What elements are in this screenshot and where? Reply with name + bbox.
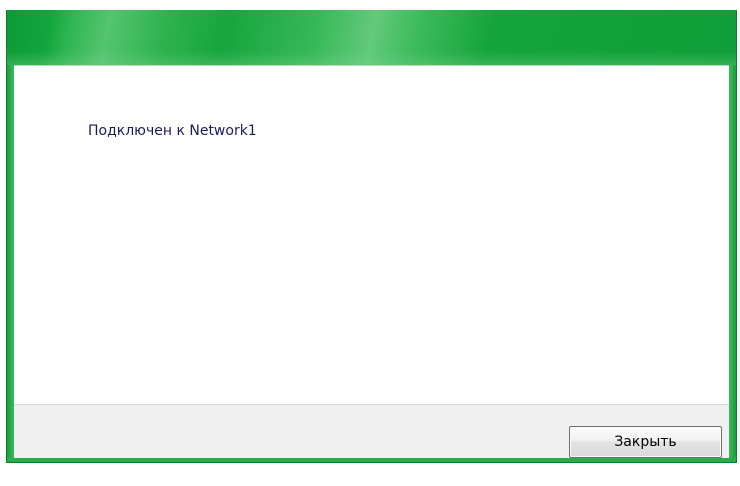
connection-dialog: Подключен к Network1 Закрыть bbox=[6, 10, 737, 463]
window-frame-left bbox=[7, 65, 14, 462]
dialog-footer: Закрыть bbox=[14, 404, 729, 458]
window-frame-right bbox=[729, 65, 736, 462]
close-button[interactable]: Закрыть bbox=[569, 426, 722, 458]
connection-status-message: Подключен к Network1 bbox=[88, 123, 257, 139]
dialog-content: Подключен к Network1 Закрыть bbox=[14, 65, 729, 458]
dialog-titlebar[interactable] bbox=[7, 10, 736, 65]
screen: Подключен к Network1 Закрыть bbox=[0, 0, 740, 486]
